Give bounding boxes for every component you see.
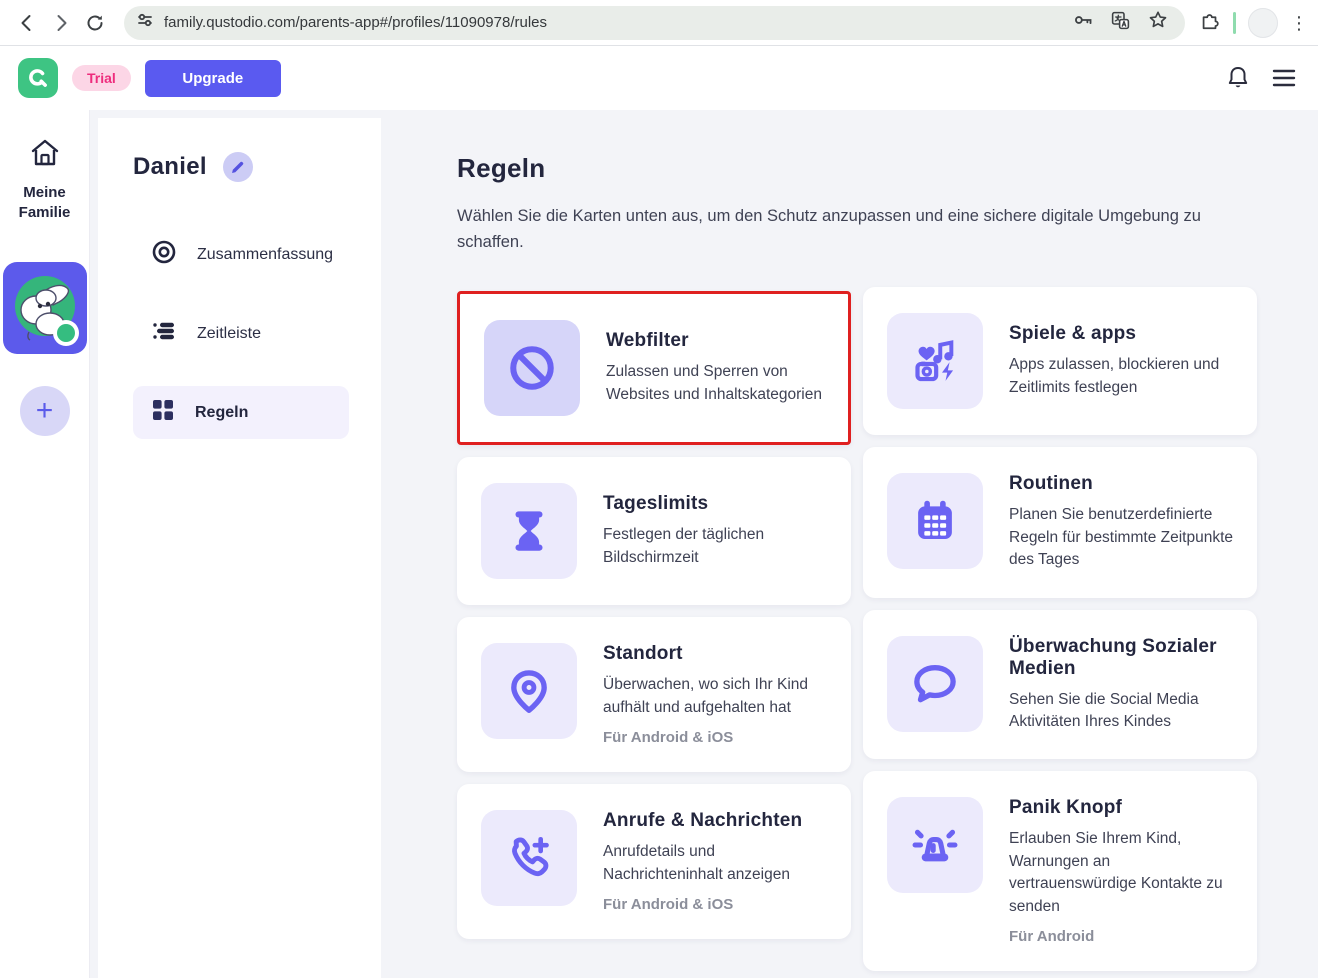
card-social-monitoring[interactable]: Überwachung Sozialer Medien Sehen Sie di… bbox=[863, 610, 1257, 760]
card-location[interactable]: Standort Überwachen, wo sich Ihr Kind au… bbox=[457, 617, 851, 772]
card-title: Panik Knopf bbox=[1009, 797, 1233, 819]
location-pin-icon bbox=[481, 643, 577, 739]
sidebar-item-summary[interactable]: Zusammenfassung bbox=[133, 228, 349, 281]
games-apps-icon bbox=[887, 313, 983, 409]
sidebar-item-timeline[interactable]: Zeitleiste bbox=[133, 307, 349, 360]
app-menu-hamburger-icon[interactable] bbox=[1272, 68, 1296, 88]
card-description: Festlegen der täglichen Bildschirmzeit bbox=[603, 524, 827, 569]
calendar-icon bbox=[887, 473, 983, 569]
app-header: Trial Upgrade bbox=[0, 46, 1318, 110]
timeline-list-icon bbox=[151, 318, 177, 349]
password-key-icon[interactable] bbox=[1072, 9, 1094, 36]
home-icon bbox=[29, 138, 61, 173]
card-games-apps[interactable]: Spiele & apps Apps zulassen, blockieren … bbox=[863, 287, 1257, 435]
back-icon[interactable] bbox=[10, 6, 44, 40]
page-description: Wählen Sie die Karten unten aus, um den … bbox=[457, 204, 1247, 255]
card-description: Anrufdetails und Nachrichteninhalt anzei… bbox=[603, 841, 827, 886]
webfilter-blocked-icon bbox=[484, 320, 580, 416]
card-title: Überwachung Sozialer Medien bbox=[1009, 636, 1233, 680]
bookmark-star-icon[interactable] bbox=[1147, 9, 1169, 36]
translate-icon[interactable] bbox=[1110, 10, 1131, 36]
forward-icon[interactable] bbox=[44, 6, 78, 40]
qustodio-logo-icon[interactable] bbox=[18, 58, 58, 98]
rules-main: Regeln Wählen Sie die Karten unten aus, … bbox=[381, 118, 1318, 978]
panic-siren-icon bbox=[887, 797, 983, 893]
card-panic-button[interactable]: Panik Knopf Erlauben Sie Ihrem Kind, War… bbox=[863, 771, 1257, 971]
card-title: Spiele & apps bbox=[1009, 323, 1233, 345]
notifications-bell-icon[interactable] bbox=[1226, 65, 1250, 91]
sidebar-item-rules[interactable]: Regeln bbox=[133, 386, 349, 439]
extensions-puzzle-icon[interactable] bbox=[1199, 9, 1221, 36]
rules-grid-icon bbox=[151, 398, 175, 427]
trial-badge: Trial bbox=[72, 65, 131, 91]
summary-target-icon bbox=[151, 239, 177, 270]
url-text[interactable]: family.qustodio.com/parents-app#/profile… bbox=[164, 14, 1072, 31]
card-title: Webfilter bbox=[606, 330, 824, 352]
rail-item-my-family[interactable]: Meine Familie bbox=[19, 138, 71, 224]
family-rail: Meine Familie + bbox=[0, 110, 90, 978]
hourglass-icon bbox=[481, 483, 577, 579]
chat-bubble-icon bbox=[887, 636, 983, 732]
add-child-button[interactable]: + bbox=[20, 386, 70, 436]
card-title: Routinen bbox=[1009, 473, 1233, 495]
browser-toolbar: family.qustodio.com/parents-app#/profile… bbox=[0, 0, 1318, 46]
profile-sidebar: Daniel Zusammenfassung Zeitleiste bbox=[98, 118, 381, 978]
card-description: Apps zulassen, blockieren und Zeitlimits… bbox=[1009, 354, 1233, 399]
site-settings-icon[interactable] bbox=[136, 11, 154, 34]
card-description: Überwachen, wo sich Ihr Kind aufhält und… bbox=[603, 674, 827, 719]
card-title: Tageslimits bbox=[603, 493, 827, 515]
my-family-label: Meine Familie bbox=[19, 183, 71, 224]
sidebar-item-label: Zeitleiste bbox=[197, 325, 261, 343]
child-avatar-daniel[interactable] bbox=[3, 262, 87, 354]
profile-name: Daniel bbox=[133, 153, 207, 181]
address-bar[interactable]: family.qustodio.com/parents-app#/profile… bbox=[124, 6, 1185, 40]
card-platform-note: Für Android & iOS bbox=[603, 896, 827, 913]
reload-icon[interactable] bbox=[78, 6, 112, 40]
card-routines[interactable]: Routinen Planen Sie benutzerdefinierte R… bbox=[863, 447, 1257, 597]
card-description: Sehen Sie die Social Media Aktivitäten I… bbox=[1009, 689, 1233, 734]
chrome-menu-icon[interactable]: ⋮ bbox=[1290, 14, 1308, 32]
card-platform-note: Für Android & iOS bbox=[603, 729, 827, 746]
upgrade-button[interactable]: Upgrade bbox=[145, 60, 281, 97]
update-indicator bbox=[1233, 12, 1236, 34]
card-calls-messages[interactable]: Anrufe & Nachrichten Anrufdetails und Na… bbox=[457, 784, 851, 939]
card-description: Erlauben Sie Ihrem Kind, Warnungen an ve… bbox=[1009, 828, 1233, 918]
browser-profile-avatar[interactable] bbox=[1248, 8, 1278, 38]
card-title: Standort bbox=[603, 643, 827, 665]
edit-profile-button[interactable] bbox=[223, 152, 253, 182]
page-title: Regeln bbox=[457, 153, 1257, 184]
card-title: Anrufe & Nachrichten bbox=[603, 810, 827, 832]
phone-plus-icon bbox=[481, 810, 577, 906]
card-daily-limits[interactable]: Tageslimits Festlegen der täglichen Bild… bbox=[457, 457, 851, 605]
card-platform-note: Für Android bbox=[1009, 928, 1233, 945]
card-description: Zulassen und Sperren von Websites und In… bbox=[606, 361, 824, 406]
card-webfilter[interactable]: Webfilter Zulassen und Sperren von Websi… bbox=[457, 291, 851, 445]
sidebar-item-label: Regeln bbox=[195, 404, 248, 422]
sidebar-item-label: Zusammenfassung bbox=[197, 246, 333, 264]
card-description: Planen Sie benutzerdefinierte Regeln für… bbox=[1009, 504, 1233, 571]
